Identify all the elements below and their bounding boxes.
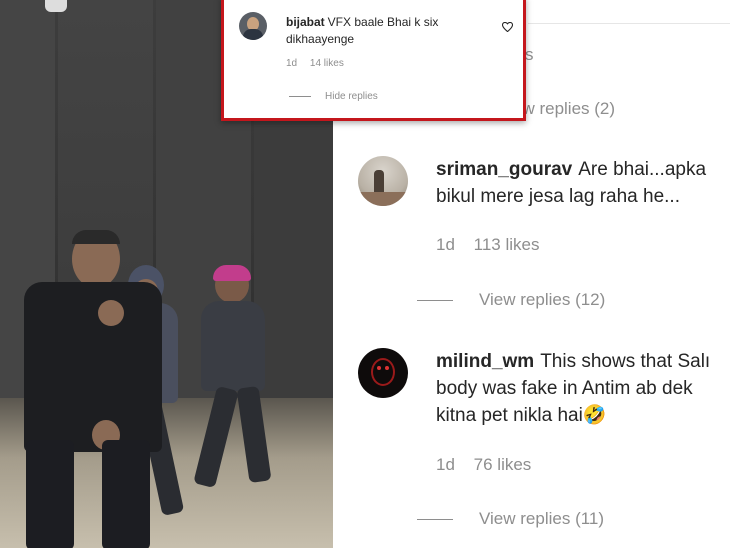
- avatar[interactable]: [358, 156, 408, 206]
- hide-replies-label: Hide replies: [325, 91, 378, 102]
- comment-text-line: bikul mere jesa lag raha he...: [436, 186, 680, 207]
- comment-meta: 1d 76 likes: [436, 455, 545, 475]
- replies-line: [417, 519, 453, 521]
- comment-time: 1d: [286, 58, 298, 69]
- comment-username[interactable]: milind_wm: [436, 351, 534, 372]
- view-replies-label: View replies (11): [479, 509, 605, 528]
- replies-line: [417, 300, 453, 302]
- comment-likes[interactable]: 113 likes: [474, 235, 540, 254]
- comment-text-line: kitna pet nikla hai🤣: [436, 405, 607, 426]
- comment-text: sriman_gourav Are bhai...apka bikul mere …: [436, 156, 730, 210]
- comment-text: bijabat VFX baale Bhai k six dikhaayenge: [286, 14, 486, 48]
- replies-line: [289, 95, 311, 97]
- avatar[interactable]: [239, 12, 267, 40]
- comment-username[interactable]: bijabat: [286, 15, 325, 29]
- comment-username[interactable]: sriman_gourav: [436, 159, 572, 180]
- view-replies-link[interactable]: ew replies (2): [513, 99, 615, 119]
- comment-time: 1d: [436, 455, 455, 474]
- highlighted-comment-popup: bijabat VFX baale Bhai k six dikhaayenge …: [221, 0, 526, 121]
- comment-meta: 1d 14 likes: [286, 58, 354, 69]
- comment-likes[interactable]: 76 likes: [474, 455, 532, 474]
- comment-likes[interactable]: 14 likes: [310, 58, 344, 69]
- comment-text-line: Are bhai...apka: [578, 159, 707, 180]
- view-replies-button[interactable]: View replies (11): [417, 509, 604, 529]
- comment-text-line: body was fake in Antim ab dek: [436, 378, 693, 399]
- partial-text: s: [525, 45, 534, 64]
- view-replies-label: View replies (12): [479, 290, 606, 309]
- view-replies-button[interactable]: View replies (12): [417, 290, 605, 310]
- divider: [528, 23, 730, 24]
- hide-replies-button[interactable]: Hide replies: [289, 91, 378, 102]
- heart-icon[interactable]: [501, 19, 514, 37]
- comment-text-line: This shows that Salı: [540, 351, 711, 372]
- avatar[interactable]: [358, 348, 408, 398]
- comment-meta: 1d 113 likes: [436, 235, 554, 255]
- comment-text: milind_wm This shows that Salı body was f…: [436, 348, 730, 429]
- comment-time: 1d: [436, 235, 455, 254]
- ceiling-light: [45, 0, 67, 12]
